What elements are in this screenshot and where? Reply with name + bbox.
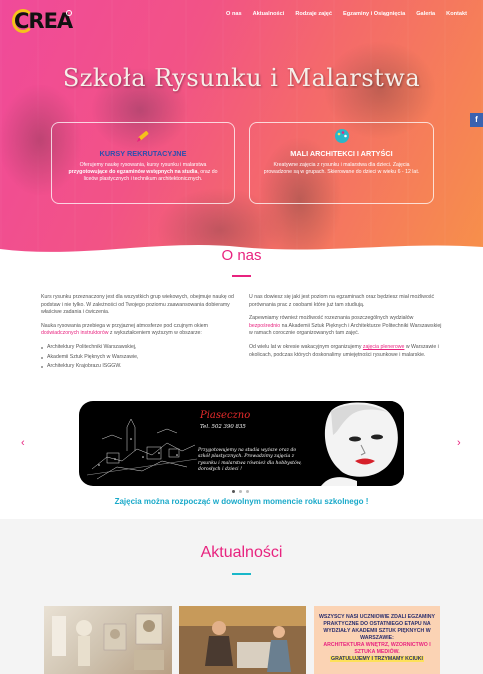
news-title: Aktualności (200, 544, 283, 561)
about-paragraph: Nauka rysowania przebiega w przyjaznej a… (41, 322, 208, 337)
nav-item-rodzaje-zajec[interactable]: Rodzaje zajęć (295, 11, 332, 17)
logo-text: CREA (14, 9, 73, 33)
enrollment-slogan: Zajęcia można rozpocząć w dowolnym momen… (114, 497, 369, 506)
about-paragraph: Kurs rysunku przeznaczony jest dla wszys… (41, 294, 234, 316)
nav-item-galeria[interactable]: Galeria (416, 11, 435, 17)
about-right-column: U nas dowiesz się jaki jest poziom na eg… (249, 294, 442, 365)
card-title: MALI ARCHITEKCI I ARTYŚCI (290, 149, 393, 158)
town-sketch-image (87, 409, 197, 483)
site-logo[interactable]: CREA (12, 8, 73, 34)
slider-banner[interactable]: Piaseczno Tel. 502 390 835 Przygotowujem… (79, 401, 404, 486)
about-left-column: Kurs rysunku przeznaczony jest dla wszys… (41, 294, 239, 377)
list-item: Architektury Krajobrazu ISGGW. (41, 363, 239, 371)
slider-prev-arrow[interactable]: ‹ (21, 437, 25, 449)
sculptures-photo (52, 613, 164, 670)
banner-text: Przygotowujemy na studia wyższe oraz do … (198, 448, 302, 473)
nav-item-kontakt[interactable]: Kontakt (446, 11, 467, 17)
nav-item-o-nas[interactable]: O nas (226, 11, 242, 17)
banner-location: Piaseczno (200, 410, 251, 421)
card-kursy-rekrutacyjne[interactable]: KURSY REKRUTACYJNE Oferujemy naukę rysow… (51, 122, 235, 204)
news-title-underline (232, 573, 251, 575)
hero-section: CREA O nas Aktualności Rodzaje zajęć Egz… (0, 0, 483, 258)
about-title: O nas (221, 247, 262, 264)
card-text: Oferujemy naukę rysowania, kursy rysunku… (68, 162, 218, 183)
portrait-drawing-image (311, 401, 404, 486)
facebook-tab[interactable]: f (470, 113, 483, 127)
about-paragraph: Zapewniamy również możliwość rozeznania … (249, 315, 442, 337)
hero-title: Szkoła Rysunku i Malarstwa (62, 64, 421, 92)
bezposrednio-link[interactable]: bezpośrednio (249, 323, 280, 329)
list-item: Architektury Politechniki Warszawskiej, (41, 344, 239, 352)
registered-mark-icon (66, 10, 72, 16)
slider-dot[interactable] (239, 490, 242, 493)
slider-next-arrow[interactable]: › (457, 437, 461, 449)
palette-icon (334, 129, 349, 143)
about-title-underline (232, 275, 251, 277)
card-mali-architekci[interactable]: MALI ARCHITEKCI I ARTYŚCI Kreatywne zaję… (249, 122, 434, 204)
news-tile-egzaminy[interactable]: WSZYSCY NASI UCZNIOWIE ZDALI EGZAMINY PR… (314, 606, 440, 674)
slider-dots (232, 490, 249, 493)
banner-phone: Tel. 502 390 835 (200, 424, 246, 430)
about-paragraph: Od wielu lat w okresie wakacyjnym organi… (249, 343, 439, 358)
news-tile-text: WSZYSCY NASI UCZNIOWIE ZDALI EGZAMINY PR… (318, 614, 436, 662)
news-tile-plein-air[interactable] (179, 606, 306, 674)
list-item: Akademii Sztuk Pięknych w Warszawie, (41, 354, 239, 362)
plein-air-photo (179, 606, 306, 674)
nav-item-aktualnosci[interactable]: Aktualności (253, 11, 285, 17)
nav-item-egzaminy[interactable]: Egzaminy i Osiągnięcia (343, 11, 405, 17)
institutions-list: Architektury Politechniki Warszawskiej, … (41, 344, 239, 371)
card-title: KURSY REKRUTACYJNE (99, 149, 187, 158)
pencil-icon (137, 131, 149, 142)
slider-dot[interactable] (246, 490, 249, 493)
main-nav: O nas Aktualności Rodzaje zajęć Egzaminy… (226, 11, 467, 17)
card-text: Kreatywne zajęcia z rysunku i malarstwa … (263, 162, 420, 176)
slider-dot[interactable] (232, 490, 235, 493)
about-paragraph: U nas dowiesz się jaki jest poziom na eg… (249, 294, 435, 308)
instructors-link[interactable]: doświadczonych instruktorów (41, 330, 108, 336)
plenery-link[interactable]: zajęcia plenerowe (363, 344, 405, 350)
news-tile-sculptures[interactable] (44, 606, 172, 674)
